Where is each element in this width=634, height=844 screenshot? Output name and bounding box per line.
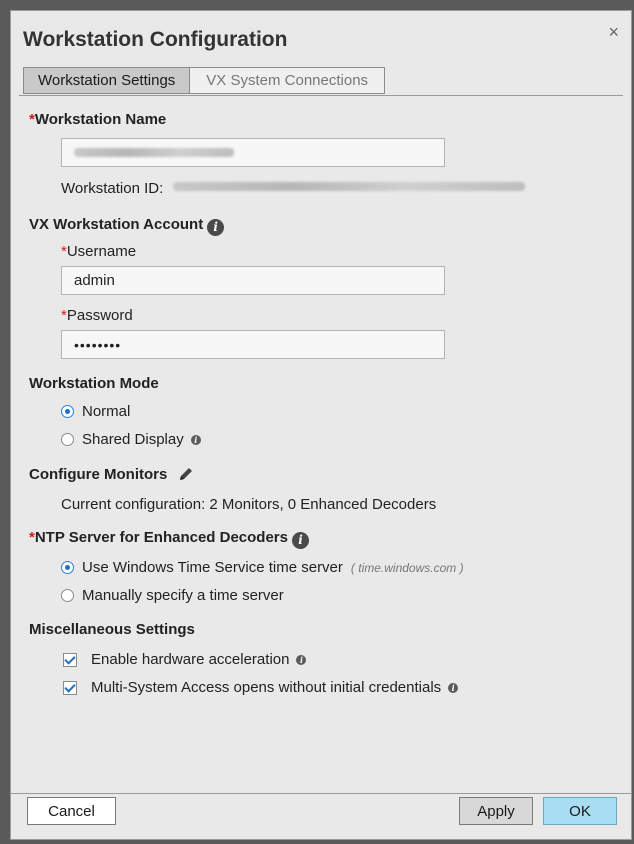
apply-button[interactable]: Apply (459, 797, 533, 825)
ntp-option-label: Use Windows Time Service time server (82, 559, 343, 576)
tab-bar: Workstation Settings VX System Connectio… (23, 67, 386, 94)
username-label: Username (66, 243, 137, 260)
cancel-button[interactable]: Cancel (27, 797, 116, 825)
username-label-row: *Username (61, 243, 136, 260)
dialog-titlebar: Workstation Configuration × (11, 11, 631, 67)
mode-option-shared-display[interactable]: Shared Display i (61, 431, 201, 448)
info-icon[interactable]: i (190, 434, 201, 445)
info-icon[interactable]: i (207, 219, 225, 236)
workstation-name-heading: *Workstation Name (29, 111, 166, 128)
radio-unselected-icon[interactable] (61, 589, 74, 602)
redacted-workstation-id (173, 182, 526, 191)
misc-heading: Miscellaneous Settings (29, 621, 195, 638)
info-icon[interactable]: i (448, 682, 459, 693)
configure-monitors-label: Configure Monitors (29, 466, 168, 483)
ntp-label: NTP Server for Enhanced Decoders (34, 529, 288, 546)
radio-selected-icon[interactable] (61, 561, 74, 574)
misc-option-label: Multi-System Access opens without initia… (91, 679, 442, 696)
ntp-option-label: Manually specify a time server (82, 587, 284, 604)
workstation-id-row: Workstation ID: (61, 180, 526, 197)
ok-button[interactable]: OK (543, 797, 617, 825)
account-label: VX Workstation Account (29, 216, 204, 233)
configure-monitors-heading: Configure Monitors (29, 466, 194, 483)
password-label-row: *Password (61, 307, 133, 324)
ntp-option-windows[interactable]: Use Windows Time Service time server ( t… (61, 559, 464, 576)
workstation-id-label: Workstation ID: (61, 180, 164, 197)
monitors-current-config: Current configuration: 2 Monitors, 0 Enh… (61, 496, 437, 513)
password-field[interactable]: •••••••• (61, 330, 445, 359)
pencil-icon[interactable] (178, 466, 194, 482)
close-icon[interactable]: × (608, 23, 619, 41)
radio-unselected-icon[interactable] (61, 433, 74, 446)
info-icon[interactable]: i (292, 532, 309, 549)
tab-workstation-settings[interactable]: Workstation Settings (23, 67, 191, 94)
info-icon[interactable]: i (296, 654, 307, 665)
password-label: Password (66, 307, 133, 324)
tab-divider (19, 95, 623, 96)
account-heading: VX Workstation Account i (29, 216, 225, 236)
ntp-heading: *NTP Server for Enhanced Decoders i (29, 529, 309, 549)
workstation-configuration-dialog: Workstation Configuration × Workstation … (10, 10, 632, 840)
mode-option-normal[interactable]: Normal (61, 403, 130, 420)
workstation-name-field[interactable] (61, 138, 445, 167)
radio-selected-icon[interactable] (61, 405, 74, 418)
misc-option-multi-system-access[interactable]: Multi-System Access opens without initia… (63, 679, 459, 696)
misc-option-hardware-acceleration[interactable]: Enable hardware acceleration i (63, 651, 307, 668)
misc-option-label: Enable hardware acceleration (91, 651, 290, 668)
checkbox-checked-icon[interactable] (63, 652, 77, 667)
ntp-option-manual[interactable]: Manually specify a time server (61, 587, 284, 604)
redacted-workstation-name (74, 148, 234, 157)
tab-vx-system-connections[interactable]: VX System Connections (190, 67, 386, 94)
dialog-title: Workstation Configuration (23, 28, 288, 51)
checkbox-checked-icon[interactable] (63, 680, 77, 695)
workstation-name-label: Workstation Name (34, 111, 167, 128)
workstation-mode-heading: Workstation Mode (29, 375, 159, 392)
footer-divider (11, 793, 631, 794)
mode-option-label: Normal (82, 403, 131, 420)
mode-option-label: Shared Display (82, 431, 184, 448)
ntp-hint: ( time.windows.com ) (350, 560, 464, 575)
username-field[interactable]: admin (61, 266, 445, 295)
